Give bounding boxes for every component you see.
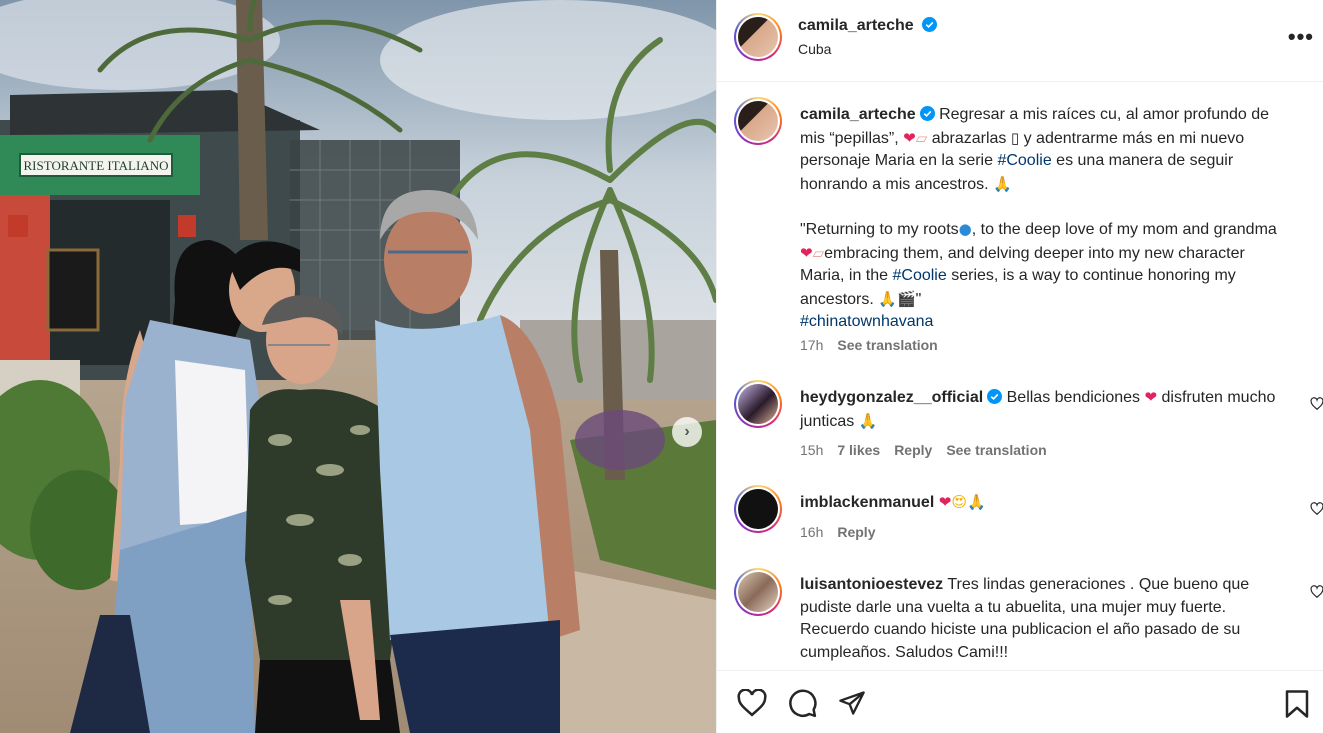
red-heart-icon: ❤ bbox=[938, 493, 952, 511]
caption-username[interactable]: camila_arteche bbox=[800, 106, 916, 123]
more-options-icon[interactable]: ••• bbox=[1288, 24, 1314, 50]
post-photo: RISTORANTE ITALIANO › bbox=[0, 0, 716, 733]
comment-time: 15h bbox=[800, 442, 824, 458]
comments-section: camila_arteche Regresar a mis raíces cu,… bbox=[717, 82, 1323, 670]
folded-hands-icon: 🙏 bbox=[993, 174, 1012, 193]
folded-hands-icon: 🙏 bbox=[878, 289, 897, 308]
like-heart-icon[interactable] bbox=[737, 689, 767, 717]
comment-username[interactable]: imblackenmanuel bbox=[800, 494, 934, 511]
caption-meta: 17h See translation bbox=[800, 337, 938, 353]
droplet-icon: ● bbox=[958, 220, 972, 238]
like-comment-heart-icon[interactable] bbox=[1310, 397, 1323, 411]
hashtag-coolie-link[interactable]: #Coolie bbox=[997, 152, 1051, 169]
red-heart-icon: ❤ bbox=[800, 243, 813, 262]
caption-text: camila_arteche Regresar a mis raíces cu,… bbox=[800, 104, 1280, 334]
caption-en-part1: "Returning to my roots bbox=[800, 221, 959, 238]
comment-reply-button[interactable]: Reply bbox=[894, 442, 932, 458]
next-photo-button[interactable]: › bbox=[672, 417, 702, 447]
post-actions bbox=[717, 670, 1323, 733]
comment-bubble-icon[interactable] bbox=[788, 689, 818, 719]
verified-badge-icon bbox=[987, 389, 1003, 404]
comment-meta: 15h 7 likes Reply See translation bbox=[800, 442, 1047, 458]
verified-badge-icon bbox=[919, 106, 935, 121]
comment-avatar[interactable] bbox=[734, 485, 782, 533]
comment-avatar[interactable] bbox=[734, 380, 782, 428]
sign-text: RISTORANTE ITALIANO bbox=[24, 158, 169, 173]
folded-hands-icon: 🙏 bbox=[858, 411, 878, 430]
comment-time: 16h bbox=[800, 524, 824, 540]
post-photo-illustration: RISTORANTE ITALIANO bbox=[0, 0, 716, 733]
hashtag-coolie-link[interactable]: #Coolie bbox=[893, 267, 947, 284]
comment-see-translation[interactable]: See translation bbox=[946, 442, 1046, 458]
caption-avatar[interactable] bbox=[734, 97, 782, 145]
caption-time: 17h bbox=[800, 337, 824, 353]
comment-text: heydygonzalez__official Bellas bendicion… bbox=[800, 386, 1280, 433]
bandage-icon: ▱ bbox=[812, 243, 825, 262]
comment-text: luisantonioestevez Tres lindas generacio… bbox=[800, 574, 1280, 664]
caption-en-part5: " bbox=[915, 290, 922, 308]
comment-avatar[interactable] bbox=[734, 568, 782, 616]
comment-username[interactable]: luisantonioestevez bbox=[800, 576, 943, 593]
post-header: camila_arteche Cuba ••• bbox=[717, 0, 1323, 82]
red-heart-icon: ❤ bbox=[1144, 388, 1158, 406]
author-username[interactable]: camila_arteche bbox=[798, 17, 914, 34]
comment-username[interactable]: heydygonzalez__official bbox=[800, 389, 983, 406]
verified-badge-icon bbox=[922, 17, 938, 32]
emoji-placeholder-icon: ▯ bbox=[1010, 128, 1020, 147]
comment-reply-button[interactable]: Reply bbox=[837, 524, 875, 540]
comment-meta: 16h Reply bbox=[800, 524, 875, 540]
save-bookmark-icon[interactable] bbox=[1284, 689, 1310, 719]
folded-hands-icon: 🙏 bbox=[966, 493, 986, 511]
comment-body-a: Bellas bendiciones bbox=[1006, 389, 1141, 406]
author-info: camila_arteche Cuba bbox=[798, 17, 938, 57]
clapper-board-icon: 🎬 bbox=[896, 289, 916, 308]
caption-see-translation[interactable]: See translation bbox=[837, 337, 937, 353]
caption-en-part2: , to the deep love of my mom and grandma bbox=[971, 221, 1277, 238]
red-heart-icon: ❤ bbox=[903, 128, 916, 147]
heart-eyes-icon: 😍 bbox=[951, 493, 967, 511]
like-comment-heart-icon[interactable] bbox=[1310, 585, 1323, 599]
share-send-icon[interactable] bbox=[838, 689, 866, 717]
comment-text: imblackenmanuel ❤😍🙏 bbox=[800, 491, 1280, 515]
author-avatar[interactable] bbox=[734, 13, 782, 61]
comment-likes[interactable]: 7 likes bbox=[837, 442, 880, 458]
post-location[interactable]: Cuba bbox=[798, 41, 937, 57]
bandage-icon: ▱ bbox=[915, 128, 928, 147]
hashtag-chinatownhavana-link[interactable]: #chinatownhavana bbox=[800, 313, 933, 330]
post-panel: camila_arteche Cuba ••• camila_arteche R… bbox=[716, 0, 1323, 733]
like-comment-heart-icon[interactable] bbox=[1310, 502, 1323, 516]
caption-text-part2: abrazarlas bbox=[931, 129, 1007, 147]
